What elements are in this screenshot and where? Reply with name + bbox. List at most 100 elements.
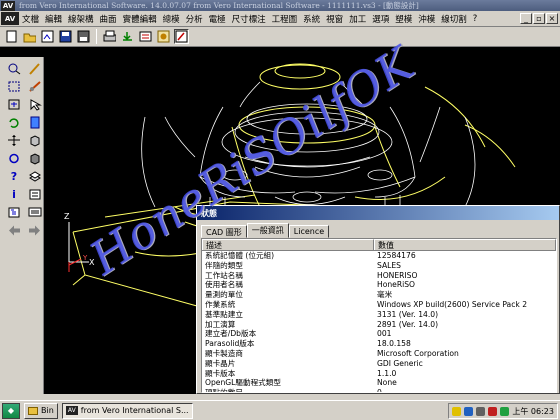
menu-dimension[interactable]: 尺寸標注	[229, 13, 269, 25]
minimize-button[interactable]: _	[520, 13, 532, 24]
volume-icon[interactable]	[476, 406, 486, 416]
menu-total-mold[interactable]: 總模	[160, 13, 183, 25]
table-row[interactable]: 系統記憶體 (位元組) 12584176	[202, 251, 556, 261]
table-row[interactable]: Parasolid版本 18.0.158	[202, 339, 556, 349]
table-row[interactable]: 顯卡晶片 GDI Generic	[202, 359, 556, 369]
task-vero-label: from Vero International S...	[80, 406, 189, 415]
table-row[interactable]: 加工演算 2891 (Ver. 14.0)	[202, 320, 556, 330]
screen-icon[interactable]	[26, 205, 44, 220]
menu-plastic-mold[interactable]: 塑模	[392, 13, 415, 25]
help-icon[interactable]: ?	[5, 169, 23, 184]
menu-press-die[interactable]: 沖模	[415, 13, 438, 25]
save-icon[interactable]	[58, 29, 73, 44]
back-arrow-icon[interactable]	[5, 223, 23, 238]
menu-wire-edm[interactable]: 線切割	[438, 13, 470, 25]
menu-system[interactable]: 系統	[300, 13, 323, 25]
zoom-icon[interactable]	[5, 61, 23, 76]
new-file-icon[interactable]	[4, 29, 19, 44]
table-row[interactable]: 量測的單位 毫米	[202, 290, 556, 300]
row-description: 使用者名稱	[205, 280, 243, 290]
dialog-title: 狀態	[197, 206, 559, 220]
select-icon[interactable]	[26, 97, 44, 112]
print-icon[interactable]	[102, 29, 117, 44]
rotate-icon[interactable]	[5, 115, 23, 130]
shield-icon[interactable]	[452, 406, 462, 416]
window-title: from Vero International Software. 14.0.0…	[19, 1, 419, 10]
table-body: 系統記憶體 (位元組) 12584176 伴隨的類型 SALES 工作站名稱 HONERI…	[202, 251, 556, 393]
menu-help[interactable]: ?	[470, 14, 481, 24]
forward-arrow-icon[interactable]	[26, 223, 44, 238]
row-description: 作業系統	[205, 299, 236, 309]
table-row[interactable]: 作業系統 Windows XP build(2600) Service Pack …	[202, 300, 556, 310]
save-as-icon[interactable]	[76, 29, 91, 44]
menu-edit[interactable]: 編輯	[42, 13, 65, 25]
table-row[interactable]: 頂點的數目 0	[202, 388, 556, 393]
status-dialog: 狀態 CAD 圖形 一般資訊 Licence 描述 數值 系統記憶體 (位元組)…	[196, 205, 560, 394]
shade-icon[interactable]	[26, 151, 44, 166]
menu-analysis[interactable]: 分析	[183, 13, 206, 25]
layer-icon[interactable]	[26, 169, 44, 184]
pan-icon[interactable]	[5, 133, 23, 148]
update-icon[interactable]	[500, 406, 510, 416]
menu-options[interactable]: 選項	[369, 13, 392, 25]
app-menu-icon[interactable]: AV	[1, 12, 19, 25]
start-icon[interactable]: ◆	[2, 402, 20, 419]
menu-solid-edit[interactable]: 實體編輯	[120, 13, 160, 25]
refresh-icon[interactable]	[5, 151, 23, 166]
close-button[interactable]: ×	[546, 13, 558, 24]
table-row[interactable]: OpenGL驅動程式類型 None	[202, 378, 556, 388]
menu-window[interactable]: 視窗	[323, 13, 346, 25]
tab-licence[interactable]: Licence	[288, 225, 330, 238]
column-header-description[interactable]: 描述	[202, 239, 374, 250]
tab-general-info[interactable]: 一般資訊	[246, 223, 289, 238]
active-mode-icon[interactable]	[174, 29, 189, 44]
table-row[interactable]: 顯卡製造商 Microsoft Corporation	[202, 349, 556, 359]
render-icon[interactable]	[156, 29, 171, 44]
row-description: 顯卡版本	[205, 368, 236, 378]
open-drawing-icon[interactable]	[40, 29, 55, 44]
toolbar-separator	[96, 29, 97, 44]
row-description: Parasolid版本	[205, 339, 255, 349]
app-logo-icon[interactable]: AV	[1, 0, 15, 11]
open-folder-icon[interactable]	[22, 29, 37, 44]
properties-icon[interactable]	[26, 187, 44, 202]
blue-doc-icon[interactable]	[26, 115, 44, 130]
table-row[interactable]: 基準點建立 3131 (Ver. 14.0)	[202, 310, 556, 320]
table-row[interactable]: 建立者/Db版本 001	[202, 329, 556, 339]
task-bin-label: Bin	[41, 406, 54, 415]
measure-icon[interactable]	[26, 79, 44, 94]
row-value: 18.0.158	[377, 339, 411, 349]
pencil-icon[interactable]	[26, 61, 44, 76]
svg-text:Z: Z	[64, 212, 70, 221]
fit-view-icon[interactable]	[5, 97, 23, 112]
menu-file[interactable]: 文檔	[19, 13, 42, 25]
task-bin[interactable]: Bin	[24, 402, 58, 419]
task-vero-app[interactable]: AV from Vero International S...	[61, 402, 193, 419]
menu-surface[interactable]: 曲面	[97, 13, 120, 25]
info-icon[interactable]: i	[5, 187, 23, 202]
row-description: 建立者/Db版本	[205, 329, 257, 339]
table-row[interactable]: 工作站名稱 HONERISO	[202, 271, 556, 281]
table-row[interactable]: 使用者名稱 HoneRiSO	[202, 280, 556, 290]
antivirus-icon[interactable]	[488, 406, 498, 416]
table-row[interactable]: 顯卡版本 1.1.0	[202, 369, 556, 379]
zoom-window-icon[interactable]	[5, 79, 23, 94]
menu-machining[interactable]: 加工	[346, 13, 369, 25]
clock[interactable]: 上午 06:23	[512, 406, 554, 417]
import-icon[interactable]	[138, 29, 153, 44]
tree-icon[interactable]	[5, 205, 23, 220]
row-value: 0	[377, 388, 382, 393]
network-icon[interactable]	[464, 406, 474, 416]
menu-wireframe[interactable]: 線架構	[65, 13, 97, 25]
table-row[interactable]: 伴隨的類型 SALES	[202, 261, 556, 271]
box-icon[interactable]	[26, 133, 44, 148]
export-icon[interactable]	[120, 29, 135, 44]
menu-drawing[interactable]: 工程圖	[269, 13, 301, 25]
column-header-value[interactable]: 數值	[374, 239, 556, 250]
restore-button[interactable]: ▫	[533, 13, 545, 24]
menu-electrode[interactable]: 電極	[206, 13, 229, 25]
svg-text:X: X	[89, 258, 95, 267]
tab-cad-graphics[interactable]: CAD 圖形	[201, 225, 247, 238]
row-description: 顯卡晶片	[205, 358, 236, 368]
row-description: 顯卡製造商	[205, 348, 243, 358]
